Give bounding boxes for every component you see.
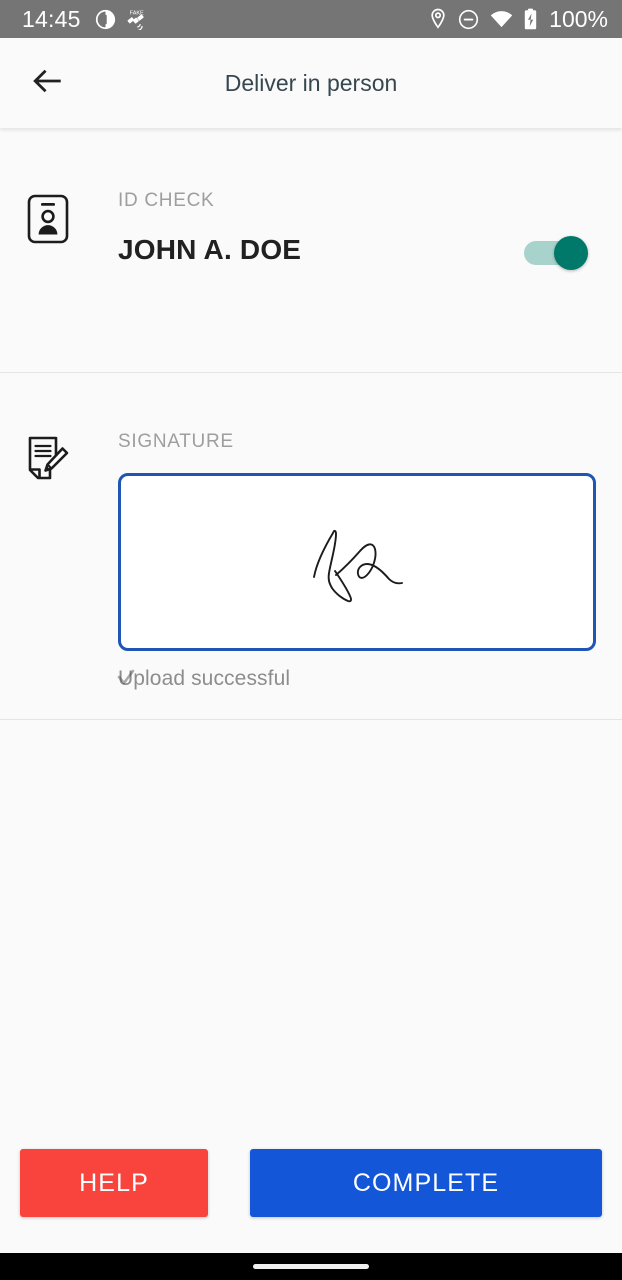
signature-section: SIGNATURE Upload successful — [0, 373, 622, 719]
system-nav-bar — [0, 1253, 622, 1280]
phone-screen: 14:45 FAKE 100% Deliver in person ID CHE… — [0, 0, 622, 1280]
battery-charging-icon — [524, 8, 537, 30]
battery-percent-label: 100% — [549, 5, 608, 32]
id-badge-icon — [24, 190, 72, 244]
status-notification-icons: FAKE — [95, 8, 149, 30]
id-check-name: JOHN A. DOE — [118, 234, 302, 265]
document-pencil-icon — [24, 431, 72, 481]
check-icon — [117, 669, 135, 692]
wifi-icon — [490, 10, 513, 29]
id-check-label: ID CHECK — [118, 190, 215, 211]
arrow-left-icon — [31, 65, 63, 102]
home-gesture-pill[interactable] — [253, 1264, 369, 1269]
upload-status: Upload successful — [117, 667, 596, 692]
toggle-thumb — [554, 236, 588, 270]
do-not-disturb-icon — [458, 9, 479, 30]
status-system-icons: 100% — [429, 5, 608, 32]
complete-button[interactable]: COMPLETE — [250, 1149, 602, 1217]
location-pin-icon — [429, 8, 447, 30]
signature-ink-strokes — [313, 529, 403, 603]
bottom-action-bar: HELP COMPLETE — [0, 1149, 622, 1253]
signature-canvas[interactable] — [118, 473, 596, 651]
signature-body: SIGNATURE Upload successful — [72, 431, 604, 691]
main-content: ID CHECK JOHN A. DOE SIGNATURE Upload su… — [0, 128, 622, 1253]
status-time: 14:45 — [22, 5, 81, 32]
fake-gps-satellite-icon: FAKE — [125, 8, 149, 30]
app-bar: Deliver in person — [0, 38, 622, 128]
notification-app-icon — [95, 9, 116, 30]
content-filler — [0, 720, 622, 1149]
help-button[interactable]: HELP — [20, 1149, 208, 1217]
id-check-section: ID CHECK JOHN A. DOE — [0, 128, 622, 372]
signature-label: SIGNATURE — [118, 431, 234, 452]
id-check-toggle[interactable] — [524, 236, 588, 270]
back-button[interactable] — [16, 52, 78, 114]
status-bar: 14:45 FAKE 100% — [0, 0, 622, 38]
upload-status-text: Upload successful — [118, 667, 291, 690]
id-check-body: ID CHECK JOHN A. DOE — [72, 190, 598, 266]
page-title: Deliver in person — [224, 69, 398, 96]
